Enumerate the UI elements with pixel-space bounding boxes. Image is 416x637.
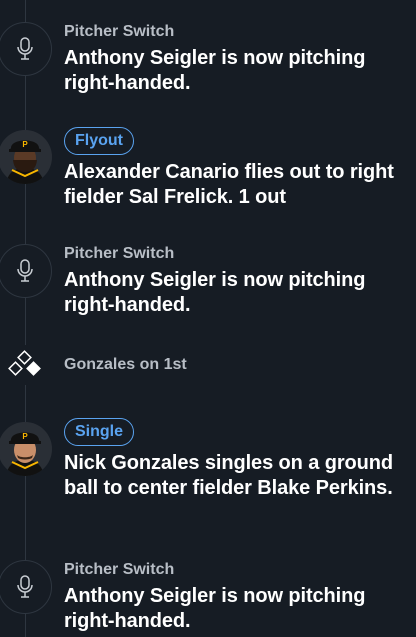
microphone-icon	[0, 22, 52, 76]
play-type-badge[interactable]: Flyout	[64, 127, 134, 155]
bases-diamond-icon	[5, 345, 45, 385]
event-description: Anthony Seigler is now pitching right-ha…	[64, 47, 366, 94]
player-avatar[interactable]: P	[0, 422, 52, 476]
play-text: Alexander Canario flies out to right fie…	[64, 161, 394, 208]
event-description: Anthony Seigler is now pitching right-ha…	[64, 585, 366, 632]
microphone-icon	[0, 244, 52, 298]
event-label: Gonzales on 1st	[64, 356, 187, 373]
event-description: Alexander Canario flies out to right fie…	[64, 160, 409, 210]
event-label: Pitcher Switch	[64, 23, 175, 40]
team-logo: P	[22, 140, 28, 149]
play-type-badge[interactable]: Single	[64, 418, 135, 446]
event-description: Anthony Seigler is now pitching right-ha…	[64, 269, 366, 316]
team-logo: P	[22, 432, 28, 441]
timeline-line	[25, 0, 26, 637]
player-avatar[interactable]: P	[0, 130, 52, 184]
microphone-icon	[0, 560, 52, 614]
outs-count: 1 out	[238, 186, 286, 208]
event-description: Nick Gonzales singles on a ground ball t…	[64, 452, 393, 499]
event-label: Pitcher Switch	[64, 561, 175, 578]
play-by-play-feed: Pitcher Switch Anthony Seigler is now pi…	[0, 0, 416, 637]
event-label: Pitcher Switch	[64, 245, 175, 262]
